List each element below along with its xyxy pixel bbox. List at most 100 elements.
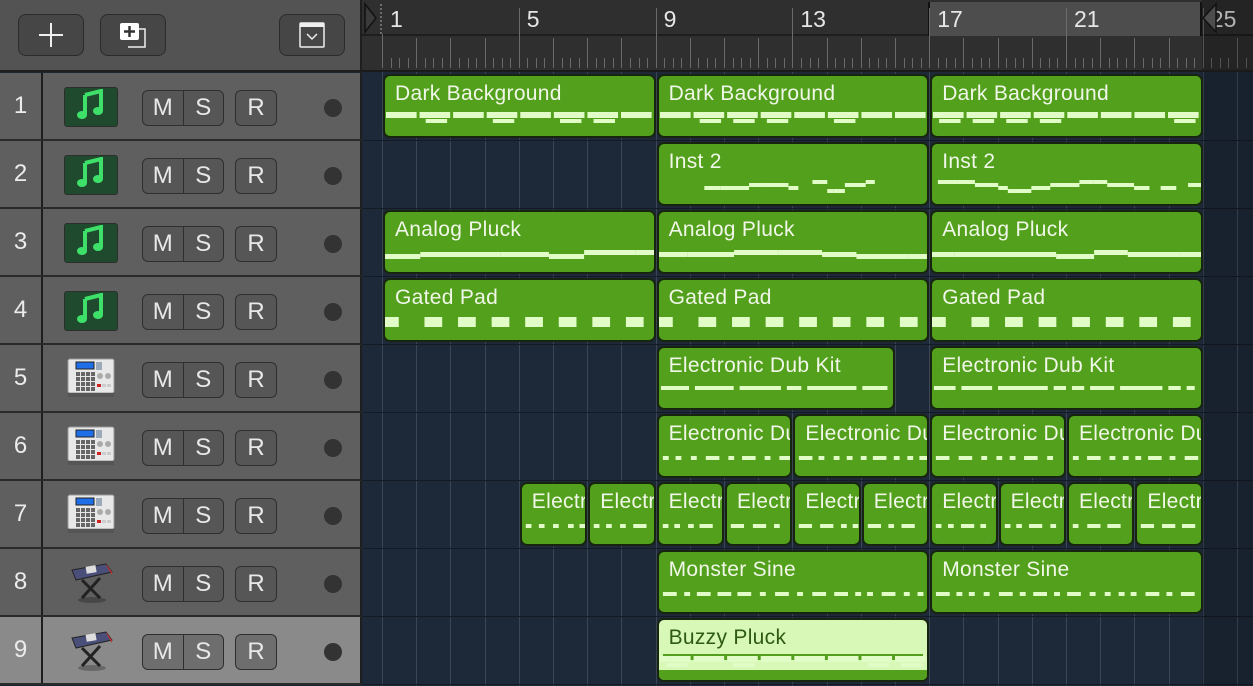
midi-region[interactable]: Inst 2: [656, 142, 930, 206]
grid-bar-line: [484, 72, 486, 686]
track-icon[interactable]: [64, 630, 118, 671]
midi-region[interactable]: Analog Pluck: [930, 210, 1203, 274]
arrange-area[interactable]: Dark Background Dark Background Dark Backg…: [362, 72, 1253, 686]
solo-button[interactable]: S: [184, 635, 224, 669]
midi-region[interactable]: Dark Background: [930, 74, 1203, 138]
solo-button[interactable]: S: [184, 295, 224, 329]
midi-region[interactable]: Electronic Dub Kit: [519, 482, 588, 546]
track-number: 2: [0, 141, 43, 207]
midi-region[interactable]: Dark Background: [383, 74, 656, 138]
solo-button[interactable]: S: [184, 363, 224, 397]
record-enable-button[interactable]: R: [235, 566, 277, 602]
global-tracks-button[interactable]: [279, 14, 345, 56]
record-enable-button[interactable]: R: [235, 362, 277, 398]
midi-region[interactable]: Electronic Dub Kit: [793, 482, 861, 546]
track-icon[interactable]: [64, 223, 118, 263]
ruler-tick: [604, 58, 606, 68]
cycle-region[interactable]: [928, 2, 1202, 36]
midi-region[interactable]: Electronic Dub Kit: [1067, 482, 1135, 546]
left-locator-icon[interactable]: [362, 2, 382, 36]
track-header[interactable]: 2 MSR: [0, 141, 362, 209]
track-icon[interactable]: [64, 426, 118, 467]
region-name: Electronic Dub Kit: [668, 354, 841, 377]
midi-region[interactable]: Buzzy Pluck: [656, 618, 930, 682]
record-enable-button[interactable]: R: [235, 430, 277, 466]
ruler-tick: [724, 38, 725, 68]
midi-region[interactable]: Electronic Dub Kit: [656, 346, 895, 410]
midi-region[interactable]: Electronic Dub Kit: [1135, 482, 1203, 546]
mute-button[interactable]: M: [143, 499, 184, 533]
midi-region[interactable]: Inst 2: [930, 142, 1203, 206]
track-icon[interactable]: [64, 87, 118, 127]
track-header[interactable]: 4MSR: [0, 277, 362, 345]
track-header[interactable]: 8MSR: [0, 549, 362, 617]
midi-region[interactable]: Analog Pluck: [656, 210, 930, 274]
ruler-tick: [1142, 58, 1144, 68]
track-icon[interactable]: [64, 358, 118, 399]
mute-button[interactable]: M: [143, 227, 184, 261]
track-header[interactable]: 5MSR: [0, 345, 362, 413]
mute-button[interactable]: M: [143, 363, 184, 397]
track-header[interactable]: 6MSR: [0, 413, 362, 481]
track-header[interactable]: 9MSR: [0, 617, 362, 685]
track-icon[interactable]: [64, 562, 118, 603]
solo-button[interactable]: S: [184, 91, 224, 125]
solo-button[interactable]: S: [184, 159, 224, 193]
midi-region[interactable]: Gated Pad: [930, 278, 1203, 342]
solo-button[interactable]: S: [184, 431, 224, 465]
record-enable-button[interactable]: R: [235, 634, 277, 670]
solo-button[interactable]: S: [184, 499, 224, 533]
track-header[interactable]: 1MSR: [0, 73, 362, 141]
midi-region[interactable]: Electronic Dub Kit: [588, 482, 656, 546]
ruler-bar-line: [792, 8, 794, 34]
mute-button[interactable]: M: [143, 91, 184, 125]
mute-button[interactable]: M: [143, 567, 184, 601]
midi-region[interactable]: Analog Pluck: [383, 210, 656, 274]
mute-button[interactable]: M: [143, 431, 184, 465]
region-name: Electronic Dub Kit: [873, 490, 930, 513]
record-enable-button[interactable]: R: [235, 90, 277, 126]
region-name: Dark Background: [395, 82, 562, 105]
solo-button[interactable]: S: [184, 227, 224, 261]
midi-region[interactable]: Electronic Dub Kit: [656, 482, 724, 546]
mute-button[interactable]: M: [143, 295, 184, 329]
mute-button[interactable]: M: [143, 159, 184, 193]
ruler-tick: [937, 58, 939, 68]
midi-region[interactable]: Electronic Dub Kit: [930, 482, 998, 546]
track-header[interactable]: 7MSR: [0, 481, 362, 549]
midi-region[interactable]: Electronic Dub Kit: [861, 482, 930, 546]
track-lane-separator: [362, 548, 1253, 549]
midi-region[interactable]: Monster Sine: [656, 550, 930, 614]
record-enable-button[interactable]: R: [235, 498, 277, 534]
midi-region[interactable]: Gated Pad: [383, 278, 656, 342]
chevron-down-box-icon: [299, 22, 325, 48]
midi-region[interactable]: Electronic Dub Kit: [656, 414, 793, 478]
track-lane-separator: [362, 344, 1253, 345]
record-enable-button[interactable]: R: [235, 226, 277, 262]
track-header[interactable]: 3MSR: [0, 209, 362, 277]
midi-region[interactable]: Monster Sine: [930, 550, 1203, 614]
duplicate-track-button[interactable]: [100, 14, 166, 56]
region-name: Dark Background: [668, 82, 836, 105]
region-note-preview: [658, 317, 918, 327]
record-enable-button[interactable]: R: [235, 294, 277, 330]
add-track-button[interactable]: [18, 14, 84, 56]
midi-region[interactable]: Gated Pad: [656, 278, 930, 342]
ruler-tick: [1091, 58, 1093, 68]
mute-solo-group: MS: [142, 294, 224, 330]
midi-region[interactable]: Dark Background: [656, 74, 930, 138]
record-enable-button[interactable]: R: [235, 158, 277, 194]
mute-button[interactable]: M: [143, 635, 184, 669]
solo-button[interactable]: S: [184, 567, 224, 601]
track-icon[interactable]: [64, 494, 118, 535]
track-icon[interactable]: [64, 155, 118, 195]
midi-region[interactable]: Electronic Dub Kit: [998, 482, 1066, 546]
midi-region[interactable]: Electronic Dub Kit: [930, 346, 1203, 410]
track-icon[interactable]: [64, 291, 118, 331]
midi-region[interactable]: Electronic Dub Kit: [725, 482, 793, 546]
right-locator-icon[interactable]: [1198, 2, 1220, 36]
bar-ruler[interactable]: 1 5 9 13 17 21 25: [362, 0, 1253, 72]
midi-region[interactable]: Electronic Dub Kit: [930, 414, 1066, 478]
midi-region[interactable]: Electronic Dub Kit: [793, 414, 930, 478]
midi-region[interactable]: Electronic Dub Kit: [1067, 414, 1203, 478]
